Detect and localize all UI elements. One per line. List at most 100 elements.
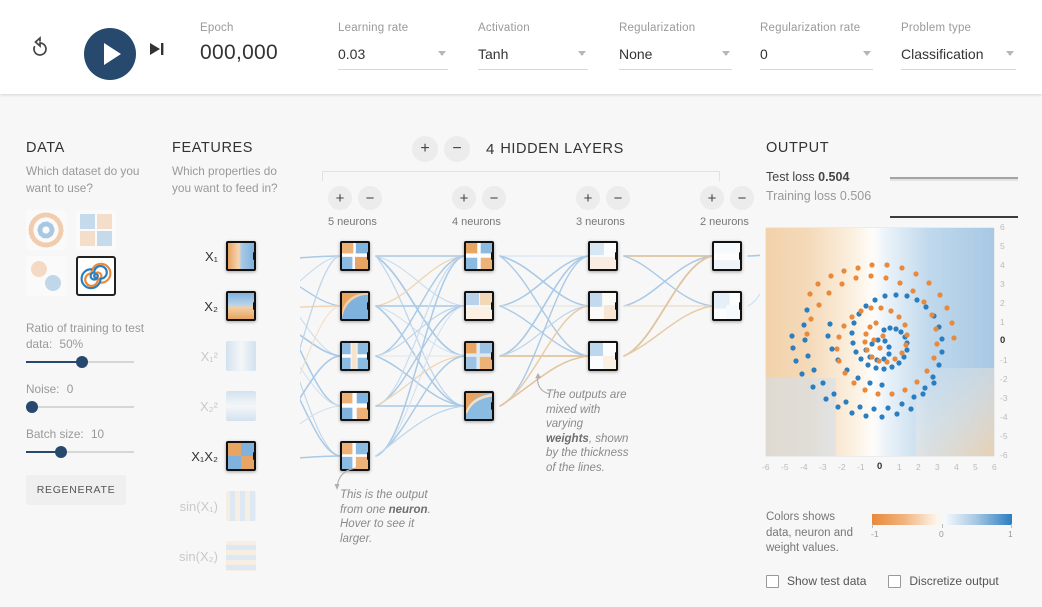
y-tick: 3 (1000, 279, 1005, 289)
play-button[interactable] (84, 28, 136, 80)
node-output-port (491, 402, 492, 410)
neuron-l3-n2[interactable] (588, 291, 618, 321)
epoch-value: 000,000 (200, 41, 279, 64)
y-tick: -3 (1000, 393, 1008, 403)
noise-slider[interactable] (26, 401, 134, 413)
neuron-l2-n4[interactable] (464, 391, 494, 421)
feature-node-x1-squared[interactable] (226, 341, 256, 371)
step-icon[interactable] (148, 40, 166, 58)
feature-row-sin-x1[interactable]: sin(X₁) (172, 490, 292, 522)
feature-label: X₁² (200, 348, 218, 364)
dataset-thumb-circle[interactable] (26, 210, 66, 250)
discretize-output-label: Discretize output (909, 574, 999, 588)
feature-row-x2-squared[interactable]: X₂² (172, 390, 292, 422)
show-test-data-checkbox[interactable]: Show test data (766, 574, 866, 588)
neuron-count-layer-4: 2 neurons (700, 216, 749, 228)
remove-neuron-button-layer-3[interactable]: − (606, 186, 630, 210)
layer-controls-2: + − 4 neurons (452, 186, 512, 228)
x-tick: -1 (857, 462, 865, 472)
legend-tick: -1 (871, 529, 879, 539)
output-heatmap-wrap: 6 5 4 3 2 1 0 -1 -2 -3 -4 -5 -6 -6 -5 -4… (762, 222, 1008, 472)
node-output-port (615, 352, 616, 360)
ratio-slider[interactable] (26, 356, 134, 368)
feature-node-x1x2[interactable] (226, 441, 256, 471)
regularization-rate-select[interactable]: 0 (760, 43, 873, 70)
learning-rate-label: Learning rate (338, 22, 409, 34)
add-neuron-button-layer-4[interactable]: + (700, 186, 724, 210)
regenerate-button[interactable]: REGENERATE (26, 475, 126, 505)
feature-row-x1[interactable]: X₁ (172, 240, 292, 272)
feature-row-x2[interactable]: X₂ (172, 290, 292, 322)
add-neuron-button-layer-2[interactable]: + (452, 186, 476, 210)
neuron-l2-n1[interactable] (464, 241, 494, 271)
neuron-l1-n1[interactable] (340, 241, 370, 271)
x-tick: -4 (800, 462, 808, 472)
y-tick: 4 (1000, 260, 1005, 270)
color-scale-ticks: -1 0 1 (871, 524, 1013, 541)
feature-row-x1x2[interactable]: X₁X₂ (172, 440, 292, 472)
feature-node-sin-x1[interactable] (226, 491, 256, 521)
activation-label: Activation (478, 22, 530, 34)
batch-size-slider[interactable] (26, 446, 134, 458)
ratio-slider-group: Ratio of training to test data: 50% (26, 320, 166, 368)
node-output-port (367, 352, 368, 360)
output-panel: OUTPUT Test loss 0.504 Training loss 0.5… (762, 140, 1022, 588)
remove-neuron-button-layer-2[interactable]: − (482, 186, 506, 210)
feature-label: sin(X₁) (179, 498, 218, 514)
x-tick: 3 (935, 462, 940, 472)
training-loss-label: Training loss (766, 189, 837, 203)
learning-rate-select[interactable]: 0.03 (338, 43, 448, 70)
add-neuron-button-layer-1[interactable]: + (328, 186, 352, 210)
learning-rate-field: Learning rate 0.03 (338, 21, 448, 70)
activation-select[interactable]: Tanh (478, 43, 588, 70)
legend-description: Colors shows data, neuron and weight val… (766, 511, 853, 554)
neuron-l2-n2[interactable] (464, 291, 494, 321)
dataset-thumb-exclusive-or[interactable] (76, 210, 117, 250)
feature-node-x1[interactable] (226, 241, 256, 271)
neuron-l1-n4[interactable] (340, 391, 370, 421)
dataset-thumb-gaussian[interactable] (26, 256, 66, 296)
remove-neuron-button-layer-4[interactable]: − (730, 186, 754, 210)
add-neuron-button-layer-3[interactable]: + (576, 186, 600, 210)
neuron-l4-n2[interactable] (712, 291, 742, 321)
data-panel-title: DATA (26, 140, 65, 156)
y-tick: -5 (1000, 431, 1008, 441)
neuron-l4-n1[interactable] (712, 241, 742, 271)
dataset-thumb-spiral[interactable] (76, 256, 117, 296)
legend-tick: 1 (1008, 529, 1013, 539)
noise-slider-value: 0 (66, 382, 74, 396)
node-output-port (491, 252, 492, 260)
x-tick: -3 (819, 462, 827, 472)
neuron-l1-n2[interactable] (340, 291, 370, 321)
output-options: Show test data Discretize output (766, 574, 1021, 588)
feature-row-x1-squared[interactable]: X₁² (172, 340, 292, 372)
node-output-port (253, 302, 254, 310)
output-heatmap[interactable]: 6 5 4 3 2 1 0 -1 -2 -3 -4 -5 -6 -6 -5 -4… (762, 222, 1008, 472)
node-output-port (367, 452, 368, 460)
feature-node-x2-squared[interactable] (226, 391, 256, 421)
neuron-l3-n1[interactable] (588, 241, 618, 271)
curved-arrow-icon (334, 467, 357, 490)
playback-controls (22, 14, 167, 80)
checkbox-icon (888, 574, 902, 588)
neuron-l2-n3[interactable] (464, 341, 494, 371)
problem-type-select[interactable]: Classification (901, 43, 1016, 70)
test-loss-value: 0.504 (818, 170, 850, 184)
neuron-l3-n3[interactable] (588, 341, 618, 371)
remove-neuron-button-layer-1[interactable]: − (358, 186, 382, 210)
x-tick: 1 (897, 462, 902, 472)
feature-node-sin-x2[interactable] (226, 541, 256, 571)
node-output-port (367, 252, 368, 260)
layer-1-buttons: + − (328, 186, 388, 210)
chevron-down-icon (863, 51, 871, 56)
discretize-output-checkbox[interactable]: Discretize output (888, 574, 999, 588)
feature-row-sin-x2[interactable]: sin(X₂) (172, 540, 292, 572)
noise-slider-group: Noise: 0 (26, 381, 166, 413)
training-loss-row: Training loss 0.506 (766, 187, 871, 206)
neuron-l1-n3[interactable] (340, 341, 370, 371)
x-tick: -5 (781, 462, 789, 472)
regularization-select[interactable]: None (619, 43, 732, 70)
chevron-down-icon (578, 51, 586, 56)
feature-node-x2[interactable] (226, 291, 256, 321)
reset-icon[interactable] (28, 36, 52, 60)
